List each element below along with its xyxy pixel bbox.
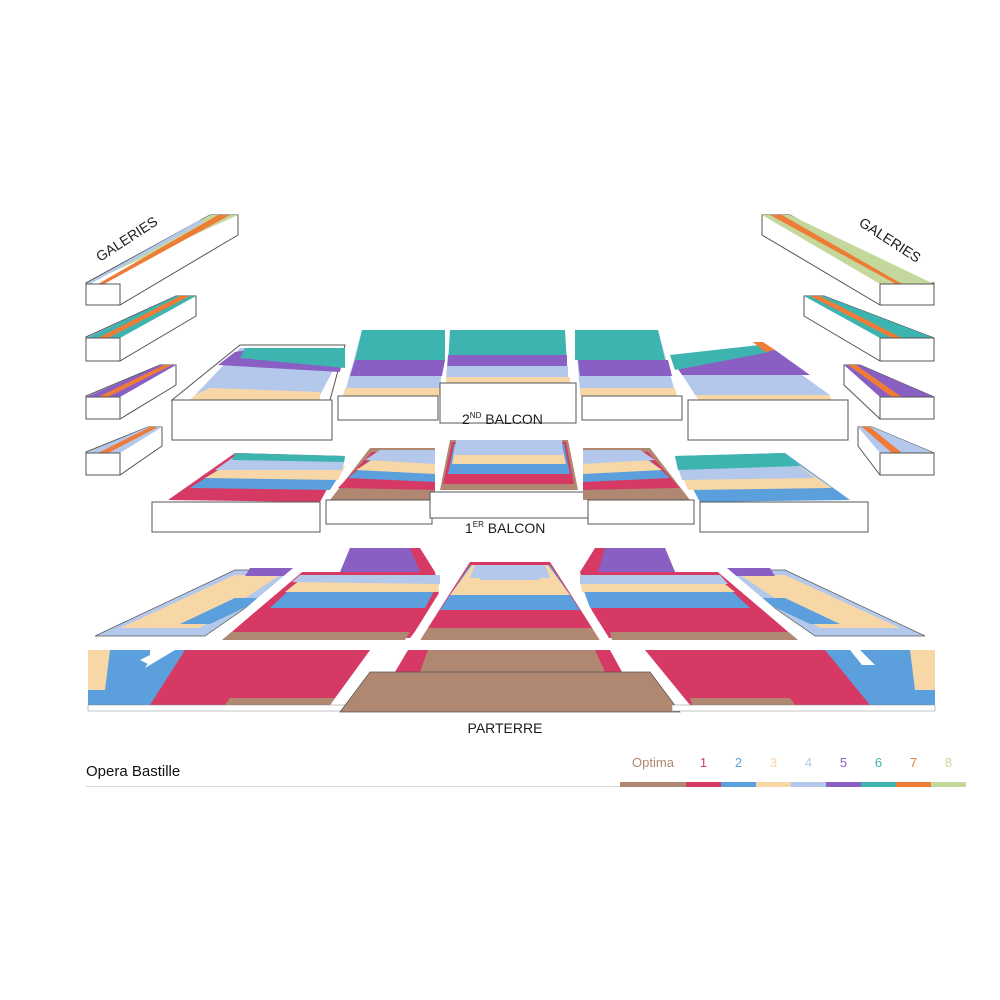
- legend-label-6: 6: [874, 755, 883, 770]
- parterre-upper: [94, 548, 926, 640]
- legend-label-7: 7: [909, 755, 918, 770]
- legend-swatch-8: [931, 782, 966, 787]
- balcon-1: 1ER BALCON: [151, 440, 869, 536]
- legend-swatch-0: [620, 782, 686, 787]
- venue-title: Opera Bastille: [86, 763, 181, 780]
- seating-map: GALERIES GALERIES 2ND BALCON 1ER BALCON …: [85, 213, 936, 736]
- legend-swatch-2: [721, 782, 756, 787]
- balcon-1-label: 1ER BALCON: [465, 520, 545, 536]
- legend-label-1: 1: [699, 755, 708, 770]
- legend-swatch-5: [826, 782, 861, 787]
- legend-swatch-3: [756, 782, 791, 787]
- legend-label-2: 2: [734, 755, 743, 770]
- balcon-2-label: 2ND BALCON: [462, 411, 543, 427]
- legend-label-3: 3: [769, 755, 778, 770]
- legend-label-4: 4: [804, 755, 813, 770]
- legend-swatch-7: [896, 782, 931, 787]
- legend-swatch-4: [791, 782, 826, 787]
- legend-label-8: 8: [944, 755, 953, 770]
- legend-swatch-1: [686, 782, 721, 787]
- balcon-2: 2ND BALCON: [170, 330, 849, 441]
- legend-label-5: 5: [839, 755, 848, 770]
- legend-label-0: Optima: [632, 755, 674, 770]
- parterre-label: PARTERRE: [468, 720, 543, 736]
- legend-swatch-6: [861, 782, 896, 787]
- parterre-lower: [87, 650, 936, 713]
